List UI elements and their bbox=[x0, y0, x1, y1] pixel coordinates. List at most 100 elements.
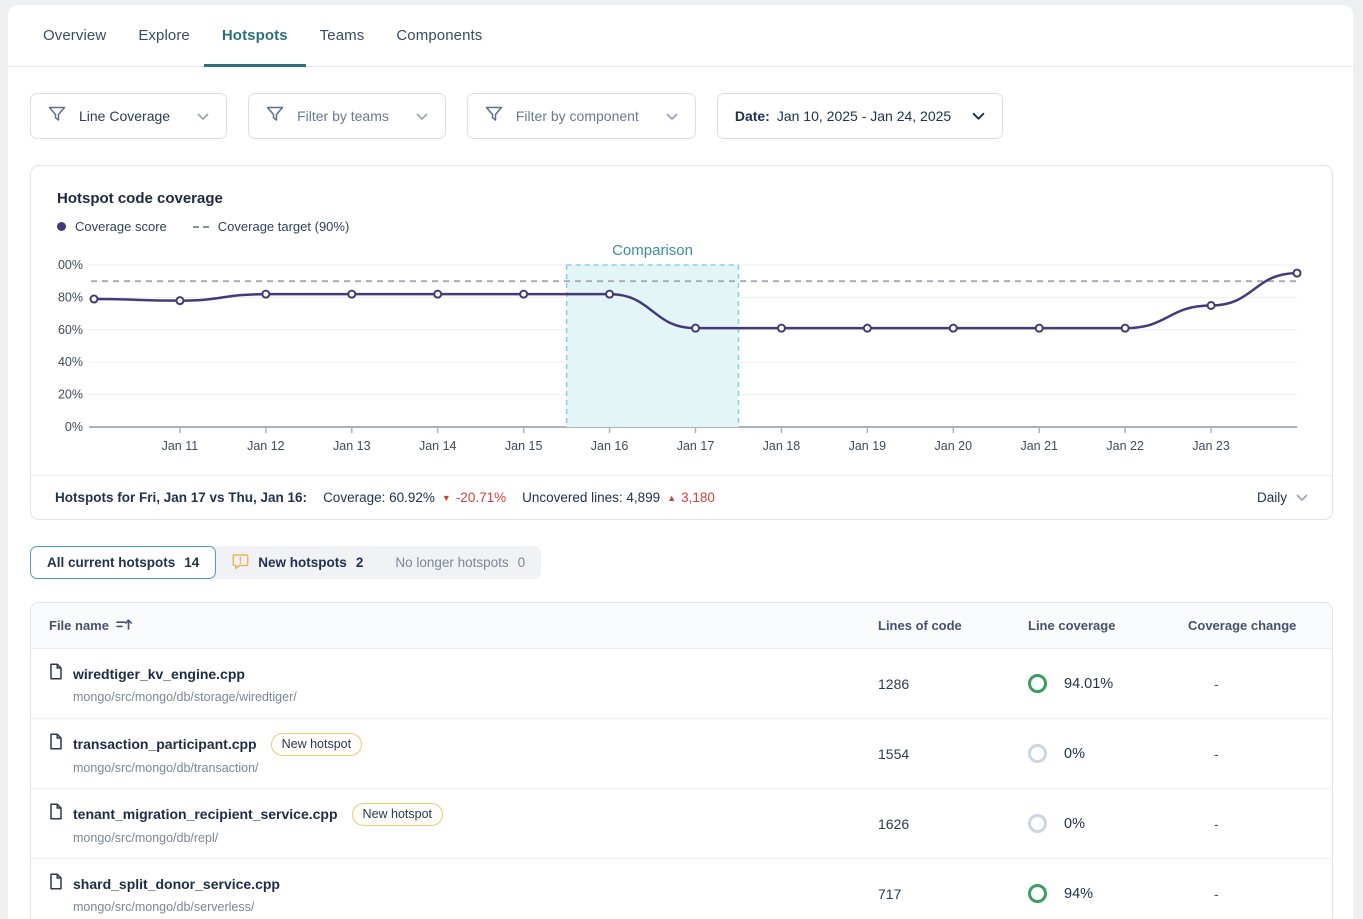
file-path: mongo/src/mongo/db/transaction/ bbox=[73, 761, 878, 775]
loc-value: 717 bbox=[878, 886, 1028, 902]
table-row[interactable]: wiredtiger_kv_engine.cpp mongo/src/mongo… bbox=[31, 649, 1332, 719]
comparison-band[interactable] bbox=[567, 265, 739, 427]
column-header-loc: Lines of code bbox=[878, 618, 1028, 633]
table-row[interactable]: tenant_migration_recipient_service.cpp N… bbox=[31, 789, 1332, 859]
tab-explore[interactable]: Explore bbox=[138, 5, 190, 66]
data-point[interactable] bbox=[606, 291, 613, 298]
hotspots-table: File name Lines of code Line coverage Co… bbox=[30, 602, 1333, 919]
file-cell: transaction_participant.cpp New hotspot … bbox=[31, 733, 878, 775]
column-header-file-name[interactable]: File name bbox=[31, 618, 878, 634]
coverage-cell: 94.01% bbox=[1028, 674, 1188, 693]
coverage-chart-card: Hotspot code coverage Coverage score Cov… bbox=[30, 165, 1333, 520]
all-hotspots-count: 14 bbox=[184, 555, 199, 570]
loc-value: 1286 bbox=[878, 676, 1028, 692]
date-label: Date: bbox=[735, 108, 770, 124]
legend-coverage-target: Coverage target (90%) bbox=[193, 219, 350, 234]
funnel-icon bbox=[266, 106, 284, 126]
coverage-ring bbox=[1028, 884, 1047, 903]
file-cell: wiredtiger_kv_engine.cpp mongo/src/mongo… bbox=[31, 663, 878, 704]
x-tick-label: Jan 15 bbox=[505, 439, 543, 453]
y-tick-label: 100% bbox=[57, 258, 83, 272]
table-body: wiredtiger_kv_engine.cpp mongo/src/mongo… bbox=[31, 649, 1332, 919]
data-point[interactable] bbox=[1036, 325, 1043, 332]
x-tick-label: Jan 22 bbox=[1106, 439, 1144, 453]
file-name[interactable]: tenant_migration_recipient_service.cpp bbox=[73, 806, 338, 822]
data-point[interactable] bbox=[262, 291, 269, 298]
granularity-dropdown[interactable]: Daily bbox=[1257, 490, 1308, 505]
table-row[interactable]: transaction_participant.cpp New hotspot … bbox=[31, 719, 1332, 789]
filter-bar: Line Coverage Filter by teams Filter by … bbox=[8, 93, 1353, 139]
tab-teams[interactable]: Teams bbox=[320, 5, 365, 66]
data-point[interactable] bbox=[1208, 302, 1215, 309]
coverage-value: 94% bbox=[1064, 886, 1093, 902]
change-value: - bbox=[1188, 746, 1332, 762]
data-point[interactable] bbox=[950, 325, 957, 332]
coverage-cell: 0% bbox=[1028, 744, 1188, 763]
coverage-cell: 0% bbox=[1028, 814, 1188, 833]
x-tick-label: Jan 23 bbox=[1192, 439, 1230, 453]
data-point[interactable] bbox=[520, 291, 527, 298]
data-point[interactable] bbox=[864, 325, 871, 332]
coverage-filter-dropdown[interactable]: Line Coverage bbox=[30, 93, 227, 139]
table-row[interactable]: shard_split_donor_service.cpp mongo/src/… bbox=[31, 859, 1332, 919]
data-point[interactable] bbox=[1294, 270, 1301, 277]
file-name[interactable]: transaction_participant.cpp bbox=[73, 736, 257, 752]
tab-new-hotspots[interactable]: New hotspots 2 bbox=[216, 546, 379, 579]
file-path: mongo/src/mongo/db/serverless/ bbox=[73, 900, 878, 914]
teams-filter-dropdown[interactable]: Filter by teams bbox=[248, 93, 446, 139]
change-value: - bbox=[1188, 816, 1332, 832]
uncovered-delta: ▲3,180 bbox=[667, 490, 715, 505]
teams-filter-placeholder: Filter by teams bbox=[297, 108, 389, 124]
legend-dot-icon bbox=[57, 222, 66, 231]
y-tick-label: 40% bbox=[58, 355, 83, 369]
comparison-summary: Hotspots for Fri, Jan 17 vs Thu, Jan 16:… bbox=[31, 475, 1332, 519]
data-point[interactable] bbox=[1122, 325, 1129, 332]
coverage-value: 94.01% bbox=[1064, 676, 1113, 692]
new-hotspot-badge: New hotspot bbox=[352, 803, 443, 826]
loc-value: 1626 bbox=[878, 816, 1028, 832]
sort-ascending-icon bbox=[116, 618, 133, 634]
table-header: File name Lines of code Line coverage Co… bbox=[31, 603, 1332, 649]
x-tick-label: Jan 12 bbox=[247, 439, 285, 453]
file-name[interactable]: shard_split_donor_service.cpp bbox=[73, 876, 280, 892]
summary-label: Hotspots for Fri, Jan 17 vs Thu, Jan 16: bbox=[55, 490, 307, 505]
component-filter-dropdown[interactable]: Filter by component bbox=[467, 93, 696, 139]
triangle-down-icon: ▼ bbox=[442, 493, 451, 503]
summary-coverage: Coverage: 60.92% bbox=[323, 490, 435, 505]
x-tick-label: Jan 20 bbox=[935, 439, 973, 453]
file-name[interactable]: wiredtiger_kv_engine.cpp bbox=[73, 666, 245, 682]
tab-overview[interactable]: Overview bbox=[43, 5, 106, 66]
chevron-down-icon bbox=[972, 108, 985, 124]
data-point[interactable] bbox=[692, 325, 699, 332]
file-path: mongo/src/mongo/db/storage/wiredtiger/ bbox=[73, 690, 878, 704]
file-cell: shard_split_donor_service.cpp mongo/src/… bbox=[31, 873, 878, 914]
data-point[interactable] bbox=[91, 296, 98, 303]
date-range-dropdown[interactable]: Date: Jan 10, 2025 - Jan 24, 2025 bbox=[717, 93, 1003, 139]
data-point[interactable] bbox=[434, 291, 441, 298]
tab-all-current-hotspots[interactable]: All current hotspots 14 bbox=[30, 546, 216, 579]
chart-legend: Coverage score Coverage target (90%) bbox=[57, 219, 349, 234]
main-panel: Overview Explore Hotspots Teams Componen… bbox=[8, 5, 1353, 919]
change-value: - bbox=[1188, 886, 1332, 902]
coverage-value: 0% bbox=[1064, 816, 1085, 832]
x-tick-label: Jan 19 bbox=[849, 439, 887, 453]
coverage-delta: ▼-20.71% bbox=[442, 490, 506, 505]
coverage-value: 0% bbox=[1064, 746, 1085, 762]
funnel-icon bbox=[485, 106, 503, 126]
comparison-label: Comparison bbox=[612, 242, 693, 259]
triangle-up-icon: ▲ bbox=[667, 493, 676, 503]
funnel-icon bbox=[48, 106, 66, 126]
data-point[interactable] bbox=[778, 325, 785, 332]
change-value: - bbox=[1188, 676, 1332, 692]
coverage-cell: 94% bbox=[1028, 884, 1188, 903]
tab-components[interactable]: Components bbox=[396, 5, 482, 66]
new-hotspots-count: 2 bbox=[356, 555, 364, 570]
tab-hotspots[interactable]: Hotspots bbox=[222, 5, 288, 66]
alert-bubble-icon bbox=[232, 553, 249, 573]
x-tick-label: Jan 13 bbox=[333, 439, 371, 453]
y-tick-label: 20% bbox=[58, 388, 83, 402]
tab-no-longer-hotspots[interactable]: No longer hotspots 0 bbox=[379, 546, 541, 579]
coverage-ring bbox=[1028, 814, 1047, 833]
data-point[interactable] bbox=[176, 297, 183, 304]
data-point[interactable] bbox=[348, 291, 355, 298]
